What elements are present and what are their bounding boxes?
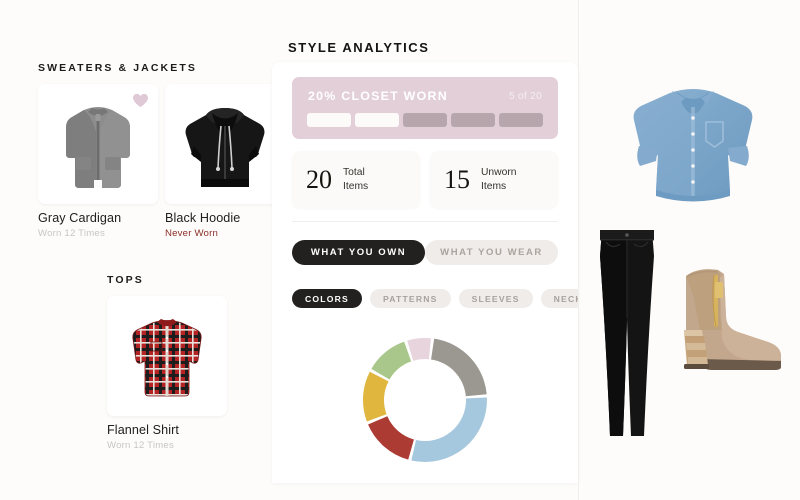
progress-segment <box>451 113 495 127</box>
donut-slice-yellow[interactable] <box>363 371 389 422</box>
denim-shirt-icon <box>633 89 753 202</box>
progress-segment <box>499 113 543 127</box>
item-thumbnail[interactable] <box>38 84 158 204</box>
stat-label-line2: Items <box>481 180 507 192</box>
item-wear-status: Worn 12 Times <box>38 228 105 239</box>
stat-label-line1: Unworn <box>481 166 517 178</box>
closet-app-screen: SWEATERS & JACKETS Gray Cardigan Worn 12… <box>0 0 800 500</box>
closet-item-gray-cardigan[interactable]: Gray Cardigan Worn 12 Times <box>38 84 158 239</box>
section-header-sweaters-jackets: SWEATERS & JACKETS <box>38 62 197 74</box>
stat-label-line2: Items <box>343 180 369 192</box>
color-breakdown-chart[interactable] <box>272 320 578 480</box>
item-name: Flannel Shirt <box>107 423 179 437</box>
outfit-preview-column <box>578 0 800 500</box>
stat-value: 20 <box>306 164 332 194</box>
tab-what-you-own[interactable]: WHAT YOU OWN <box>292 240 425 265</box>
progress-segment <box>307 113 351 127</box>
closet-worn-progress <box>307 113 543 127</box>
closet-item-black-hoodie[interactable]: Black Hoodie Never Worn <box>165 84 285 239</box>
stat-label-line1: Total <box>343 166 365 178</box>
stat-card-unworn-items[interactable]: 15 Unworn Items <box>430 151 558 208</box>
outfit-piece-ankle-boot[interactable] <box>660 258 800 408</box>
closet-column: SWEATERS & JACKETS Gray Cardigan Worn 12… <box>0 0 285 500</box>
item-name: Gray Cardigan <box>38 211 122 225</box>
stat-label: Unworn Items <box>481 166 516 193</box>
donut-slice-red[interactable] <box>368 416 414 460</box>
tab-what-you-wear[interactable]: WHAT YOU WEAR <box>425 240 558 265</box>
closet-worn-label: 20% CLOSET WORN <box>308 89 448 103</box>
closet-worn-banner: 20% CLOSET WORN 5 of 20 <box>292 77 558 139</box>
hoodie-icon <box>185 108 265 187</box>
analytics-mode-toggle[interactable]: WHAT YOU OWN WHAT YOU WEAR <box>292 240 558 265</box>
stat-label: Total Items <box>343 166 368 193</box>
style-analytics-panel: 20% CLOSET WORN 5 of 20 20 Total Items 1… <box>272 62 578 483</box>
donut-chart-svg[interactable] <box>272 320 578 480</box>
stat-value: 15 <box>444 164 470 194</box>
stat-card-row: 20 Total Items 15 Unworn Items <box>292 151 558 208</box>
closet-worn-count: 5 of 20 <box>508 91 542 102</box>
stat-card-total-items[interactable]: 20 Total Items <box>292 151 420 208</box>
filter-chip-patterns[interactable]: PATTERNS <box>369 289 451 308</box>
filter-chip-necklines[interactable]: NECKLINE <box>540 289 578 308</box>
item-wear-status: Never Worn <box>165 228 219 239</box>
item-wear-status: Worn 12 Times <box>107 440 174 451</box>
outfit-piece-chambray-shirt[interactable] <box>613 62 773 222</box>
donut-slice-pink[interactable] <box>407 338 431 361</box>
favorite-heart-icon[interactable] <box>132 93 149 108</box>
filter-chip-sleeves[interactable]: SLEEVES <box>458 289 533 308</box>
item-thumbnail[interactable] <box>165 84 285 204</box>
section-divider <box>292 221 558 222</box>
section-header-tops: TOPS <box>107 274 144 286</box>
progress-segment <box>355 113 399 127</box>
donut-slice-green[interactable] <box>371 341 412 380</box>
item-thumbnail[interactable] <box>107 296 227 416</box>
filter-chip-colors[interactable]: COLORS <box>292 289 362 308</box>
donut-slice-blue[interactable] <box>411 397 487 462</box>
progress-segment <box>403 113 447 127</box>
donut-slice-gray[interactable] <box>431 338 487 397</box>
page-title: STYLE ANALYTICS <box>288 40 430 55</box>
black-jeans-icon <box>600 230 654 436</box>
closet-item-flannel-shirt[interactable]: Flannel Shirt Worn 12 Times <box>107 296 227 451</box>
flannel-shirt-icon <box>132 319 202 397</box>
item-name: Black Hoodie <box>165 211 241 225</box>
ankle-boot-icon <box>684 269 781 370</box>
outfit-piece-black-jeans[interactable] <box>582 222 672 447</box>
filter-chip-row[interactable]: COLORS PATTERNS SLEEVES NECKLINE <box>292 289 578 308</box>
